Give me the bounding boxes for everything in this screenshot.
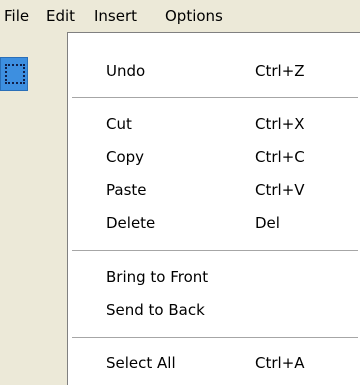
menu-item-shortcut: Del — [255, 214, 280, 232]
menu-separator — [72, 250, 358, 252]
menu-item-delete[interactable]: Delete Del — [68, 210, 358, 236]
menu-file[interactable]: File — [4, 7, 29, 25]
selection-rectangle-icon — [5, 64, 25, 84]
menu-item-select-all[interactable]: Select All Ctrl+A — [68, 350, 358, 376]
menu-item-bring-to-front[interactable]: Bring to Front — [68, 264, 358, 290]
menu-options[interactable]: Options — [165, 7, 223, 25]
menu-item-cut[interactable]: Cut Ctrl+X — [68, 111, 358, 137]
menu-item-shortcut: Ctrl+Z — [255, 62, 305, 80]
menu-bar: File Edit Insert Options — [0, 0, 360, 33]
menu-item-copy[interactable]: Copy Ctrl+C — [68, 144, 358, 170]
menu-separator — [72, 337, 358, 339]
menu-separator — [72, 97, 358, 99]
menu-item-shortcut: Ctrl+X — [255, 115, 305, 133]
menu-item-shortcut: Ctrl+C — [255, 148, 305, 166]
selection-tool-button[interactable] — [0, 57, 28, 91]
menu-item-label: Send to Back — [106, 301, 205, 319]
menu-item-label: Bring to Front — [106, 268, 209, 286]
menu-edit[interactable]: Edit — [46, 7, 75, 25]
menu-item-label: Cut — [106, 115, 132, 133]
menu-item-shortcut: Ctrl+V — [255, 181, 305, 199]
menu-item-label: Undo — [106, 62, 146, 80]
menu-insert[interactable]: Insert — [94, 7, 137, 25]
menu-item-send-to-back[interactable]: Send to Back — [68, 297, 358, 323]
menu-item-label: Copy — [106, 148, 145, 166]
menu-item-label: Select All — [106, 354, 176, 372]
edit-menu-dropdown: Undo Ctrl+Z Cut Ctrl+X Copy Ctrl+C Paste… — [67, 32, 360, 385]
menu-item-undo[interactable]: Undo Ctrl+Z — [68, 58, 358, 84]
menu-item-label: Delete — [106, 214, 156, 232]
menu-item-paste[interactable]: Paste Ctrl+V — [68, 177, 358, 203]
menu-item-label: Paste — [106, 181, 147, 199]
menu-item-shortcut: Ctrl+A — [255, 354, 305, 372]
